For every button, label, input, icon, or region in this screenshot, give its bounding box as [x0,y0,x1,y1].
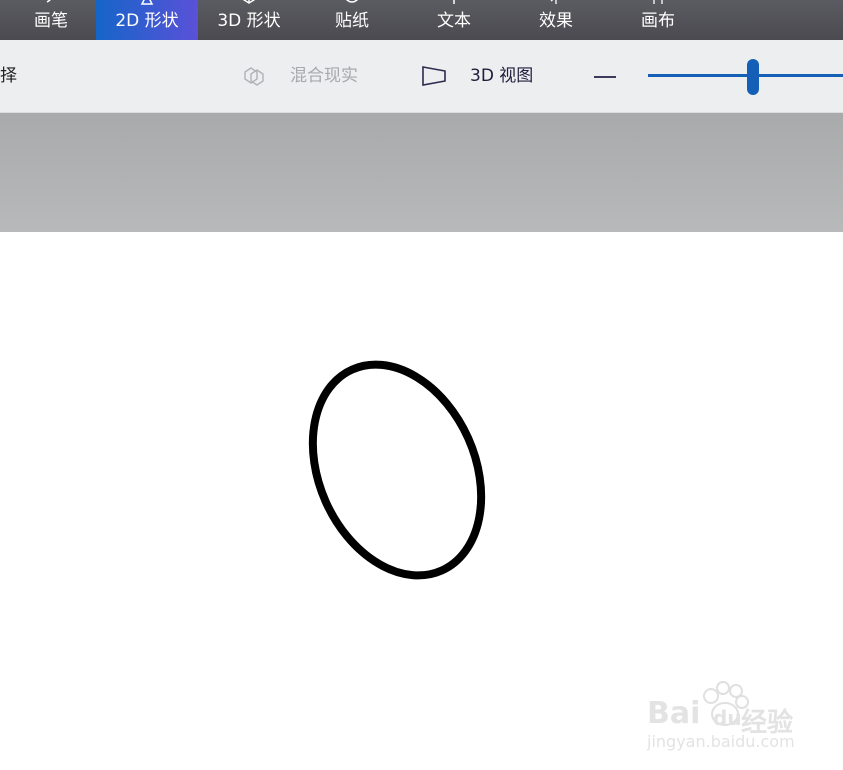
tab-3d-shapes[interactable]: 3D 形状 [198,0,300,40]
tab-label: 画布 [641,11,675,31]
watermark-brand: Bai [647,696,701,731]
brush-icon [0,0,102,5]
3d-view-button[interactable]: 3D 视图 [470,66,533,86]
text-icon [403,0,505,5]
tab-label: 3D 形状 [217,11,281,31]
sticker-icon [301,0,403,5]
tab-brushes[interactable]: 画笔 [0,0,102,40]
tab-canvas[interactable]: 画布 [607,0,709,40]
tab-text[interactable]: 文本 [403,0,505,40]
ellipse-shape [308,360,486,580]
zoom-slider-thumb[interactable] [746,59,759,95]
tab-label: 画笔 [34,11,68,31]
workspace-background [0,113,843,232]
watermark-brand-2: du [713,706,742,730]
3d-view-icon [421,64,447,92]
tab-label: 贴纸 [335,11,369,31]
watermark-url: jingyan.baidu.com [647,732,795,751]
zoom-out-icon[interactable] [594,76,616,78]
sun-icon [505,0,607,5]
tab-label: 效果 [539,11,573,31]
tab-2d-shapes[interactable]: 2D 形状 [96,0,198,40]
mixed-reality-button[interactable]: 混合现实 [290,66,358,86]
triangle-icon [96,0,198,5]
tab-stickers[interactable]: 贴纸 [301,0,403,40]
canvas-icon [607,0,709,5]
tab-label: 2D 形状 [115,11,179,31]
tab-label: 文本 [437,11,471,31]
tab-effects[interactable]: 效果 [505,0,607,40]
cube-icon [198,0,300,5]
top-menu-bar: 画笔 2D 形状 3D 形状 贴纸 文本 效果 画布 [0,0,843,40]
command-toolbar: 择 混合现实 3D 视图 [0,40,843,113]
baidu-watermark: Bai du 经验 jingyan.baidu.com [645,678,805,751]
zoom-slider-track[interactable] [648,74,843,77]
select-button[interactable]: 择 [0,66,17,86]
mixed-reality-icon [242,64,266,92]
